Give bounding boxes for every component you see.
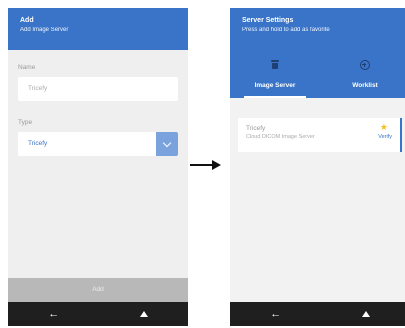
server-description: Cloud DICOM Image Server	[246, 134, 315, 140]
type-select[interactable]: Tricefy	[18, 132, 178, 156]
home-triangle-icon[interactable]	[139, 311, 148, 317]
server-list-item[interactable]: Tricefy Cloud DICOM Image Server ★ Verif…	[238, 118, 402, 152]
tab-image-server[interactable]: Image Server	[230, 76, 320, 98]
trash-icon[interactable]	[270, 60, 279, 69]
tab-worklist[interactable]: Worklist	[320, 76, 405, 98]
screen-title: Add	[20, 17, 34, 24]
back-arrow-icon[interactable]: ←	[48, 308, 59, 320]
system-nav-bar: ←	[230, 302, 405, 326]
name-label: Name	[18, 64, 36, 71]
screen-subtitle: Add Image Server	[20, 27, 69, 33]
chevron-down-icon	[162, 138, 172, 147]
toolbar-icons	[230, 60, 405, 70]
transition-arrow-icon	[190, 159, 221, 171]
server-settings-screen: Server Settings Press and hold to add as…	[230, 8, 405, 326]
add-server-screen: Add Add Image Server Name Tricefy Type T…	[8, 8, 188, 326]
server-name: Tricefy	[246, 125, 266, 132]
screen-title: Server Settings	[242, 17, 294, 24]
tab-bar: Image Server Worklist	[230, 76, 405, 98]
name-input[interactable]: Tricefy	[18, 77, 178, 101]
system-nav-bar: ←	[8, 302, 188, 326]
type-select-value: Tricefy	[28, 140, 48, 147]
app-bar: Add Add Image Server	[8, 8, 188, 50]
back-arrow-icon[interactable]: ←	[270, 308, 281, 320]
type-dropdown-button[interactable]	[156, 132, 178, 156]
add-circle-icon[interactable]	[359, 60, 370, 70]
type-label: Type	[18, 119, 33, 126]
verify-link[interactable]: Verify	[378, 134, 392, 140]
add-button[interactable]: Add	[8, 278, 188, 302]
app-bar: Server Settings Press and hold to add as…	[230, 8, 405, 98]
screen-subtitle: Press and hold to add as favorite	[242, 27, 330, 33]
server-form: Name Tricefy Type Tricefy	[8, 50, 188, 156]
star-icon[interactable]: ★	[380, 123, 388, 132]
home-triangle-icon[interactable]	[361, 311, 370, 317]
comparison-stage: Add Add Image Server Name Tricefy Type T…	[0, 0, 405, 328]
